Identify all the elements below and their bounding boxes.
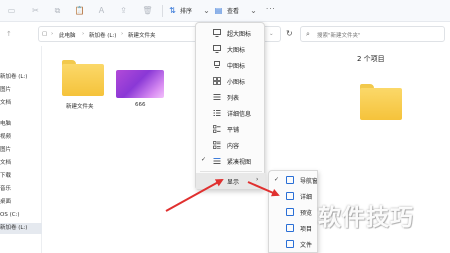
watermark: 软件技巧	[318, 205, 414, 231]
arrow-to-navigation-pane	[247, 181, 280, 197]
arrow-to-show	[165, 179, 224, 212]
